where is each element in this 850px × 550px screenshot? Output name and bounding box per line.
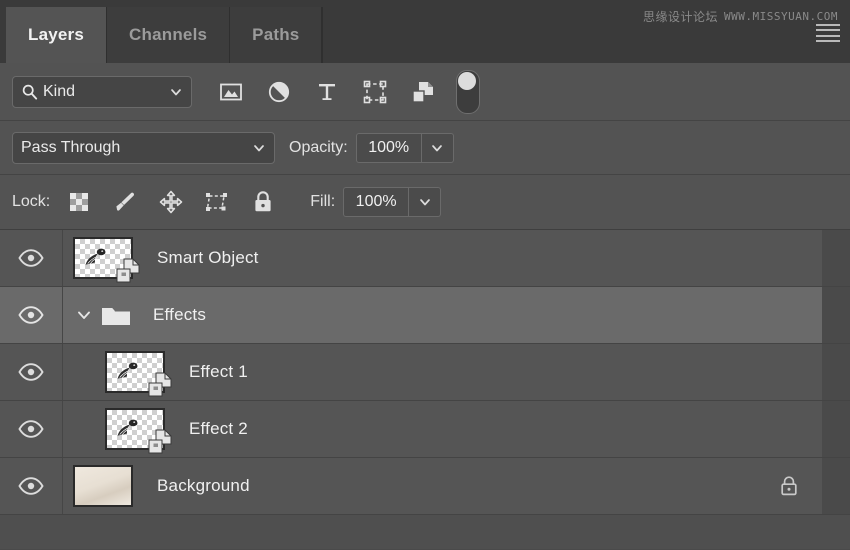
layer-name: Background <box>157 476 250 496</box>
layer-row-body[interactable]: Smart Object <box>63 230 850 286</box>
table-row[interactable]: Effects <box>0 287 850 344</box>
layer-row-body[interactable]: Effect 1 <box>63 344 850 400</box>
tab-channels-label: Channels <box>129 25 207 45</box>
lock-toolbar: Lock: <box>0 175 850 230</box>
filter-toggle-knob <box>458 72 476 90</box>
layer-visibility-toggle[interactable] <box>0 458 63 514</box>
fill-dropdown-arrow[interactable] <box>409 187 441 217</box>
blend-mode-dropdown[interactable]: Pass Through <box>12 132 275 164</box>
group-expand-chevron-down-icon[interactable] <box>73 304 95 326</box>
layer-name: Smart Object <box>157 248 259 268</box>
thumbnail-artwork <box>115 361 142 383</box>
tab-channels[interactable]: Channels <box>107 7 230 63</box>
layer-thumbnail[interactable] <box>73 237 133 279</box>
layer-name: Effect 2 <box>189 419 248 439</box>
tab-bar-filler <box>322 7 850 63</box>
shape-square-icon[interactable] <box>362 79 388 105</box>
layer-visibility-toggle[interactable] <box>0 230 63 286</box>
layer-thumbnail[interactable] <box>105 351 165 393</box>
adjustment-half-circle-icon[interactable] <box>266 79 292 105</box>
blend-mode-value: Pass Through <box>21 139 252 157</box>
eye-icon <box>18 477 44 495</box>
smart-object-icon[interactable] <box>410 79 436 105</box>
panel-menu-icon[interactable] <box>816 24 840 42</box>
brush-icon[interactable] <box>112 189 138 215</box>
layer-row-gutter <box>822 230 850 286</box>
padlock-icon[interactable] <box>250 189 276 215</box>
layer-row-body[interactable]: Effect 2 <box>63 401 850 457</box>
eye-icon <box>18 420 44 438</box>
layer-row-gutter <box>822 458 850 514</box>
filter-kind-dropdown[interactable]: Kind <box>12 76 192 108</box>
table-row[interactable]: Effect 2 <box>0 401 850 458</box>
checkerboard-icon[interactable] <box>66 189 92 215</box>
chevron-down-icon <box>169 85 183 99</box>
layers-panel: Layers Channels Paths 思缘设计论坛 WWW.MISSYUA… <box>0 0 850 550</box>
menu-line-2 <box>816 29 840 31</box>
thumbnail-artwork <box>115 418 142 440</box>
tab-layers[interactable]: Layers <box>6 7 107 63</box>
opacity-value: 100% <box>368 139 409 157</box>
table-row[interactable]: Smart Object <box>0 230 850 287</box>
image-icon[interactable] <box>218 79 244 105</box>
lock-buttons <box>66 189 276 215</box>
smart-object-badge-icon <box>147 372 173 398</box>
menu-line-4 <box>816 40 840 42</box>
smart-object-badge-icon <box>147 429 173 455</box>
layer-row-gutter <box>822 344 850 400</box>
artboard-icon[interactable] <box>204 189 230 215</box>
thumbnail-artwork <box>83 247 110 269</box>
layer-name: Effect 1 <box>189 362 248 382</box>
folder-icon <box>101 303 131 327</box>
chevron-down-icon <box>252 141 266 155</box>
layer-visibility-toggle[interactable] <box>0 287 63 343</box>
blend-opacity-toolbar: Pass Through Opacity: 100% <box>0 121 850 175</box>
layer-thumbnail[interactable] <box>105 408 165 450</box>
table-row[interactable]: Background <box>0 458 850 515</box>
layer-visibility-toggle[interactable] <box>0 401 63 457</box>
layer-group-row-body[interactable]: Effects <box>63 287 850 343</box>
search-icon <box>21 83 39 101</box>
eye-icon <box>18 306 44 324</box>
opacity-label: Opacity: <box>289 139 348 157</box>
move-arrows-icon[interactable] <box>158 189 184 215</box>
layer-locked-padlock-icon <box>778 474 800 498</box>
chevron-down-icon <box>430 141 444 155</box>
filter-type-buttons <box>218 79 436 105</box>
filter-kind-value: Kind <box>43 83 169 101</box>
fill-label: Fill: <box>310 193 335 211</box>
tab-paths-label: Paths <box>252 25 299 45</box>
eye-icon <box>18 249 44 267</box>
panel-empty-area <box>0 515 850 549</box>
opacity-dropdown-arrow[interactable] <box>422 133 454 163</box>
layer-row-gutter <box>822 401 850 457</box>
filter-toolbar: Kind <box>0 63 850 121</box>
layer-visibility-toggle[interactable] <box>0 344 63 400</box>
chevron-down-icon <box>418 195 432 209</box>
smart-object-badge-icon <box>115 258 141 284</box>
layer-group-name: Effects <box>153 305 206 325</box>
layer-row-gutter <box>822 287 850 343</box>
text-t-icon[interactable] <box>314 79 340 105</box>
layer-list: Smart Object <box>0 230 850 515</box>
layer-thumbnail[interactable] <box>73 465 133 507</box>
fill-value: 100% <box>356 193 397 211</box>
menu-line-1 <box>816 24 840 26</box>
fill-input[interactable]: 100% <box>343 187 409 217</box>
opacity-input[interactable]: 100% <box>356 133 422 163</box>
tab-paths[interactable]: Paths <box>230 7 322 63</box>
layer-row-body[interactable]: Background <box>63 458 850 514</box>
table-row[interactable]: Effect 1 <box>0 344 850 401</box>
eye-icon <box>18 363 44 381</box>
tab-layers-label: Layers <box>28 25 84 45</box>
filter-toggle-switch[interactable] <box>456 70 480 114</box>
panel-tab-bar: Layers Channels Paths 思缘设计论坛 WWW.MISSYUA… <box>0 0 850 63</box>
menu-line-3 <box>816 35 840 37</box>
lock-label: Lock: <box>12 193 50 211</box>
